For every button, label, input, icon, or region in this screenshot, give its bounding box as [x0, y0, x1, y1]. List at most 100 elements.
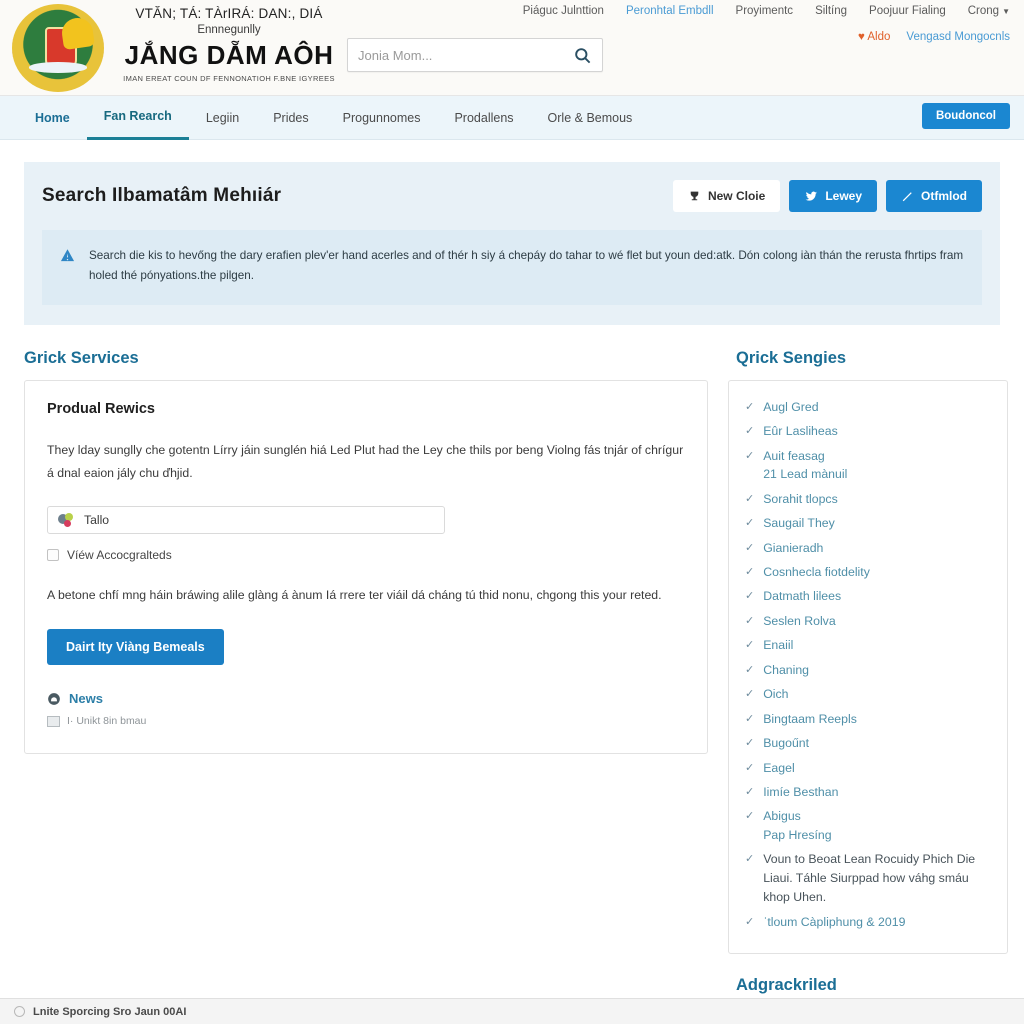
nav-cta-button[interactable]: Boudoncol	[921, 103, 1010, 129]
check-icon: ✓	[745, 614, 755, 627]
utility-link-poojuur[interactable]: Poojuur Fialing	[869, 5, 946, 17]
list-item[interactable]: ✓ Oich	[745, 682, 991, 706]
otfmlod-button[interactable]: Otfmlod	[886, 180, 982, 212]
quick-link-8[interactable]: Seslen Rolva	[763, 612, 835, 630]
thumbnail-icon	[47, 715, 60, 727]
nav-item-legiin[interactable]: Legiin	[189, 96, 256, 140]
list-item[interactable]: ✓ Gianieradh	[745, 536, 991, 560]
info-alert: Search die kis to hevőng the dary erafie…	[42, 230, 982, 305]
produal-rewics-card: Produal Rewics They lday sunglly che got…	[24, 379, 708, 755]
logo-container[interactable]	[0, 0, 110, 92]
nav-item-progunnomes[interactable]: Progunnomes	[326, 96, 438, 140]
utility-row-primary: Piáguc Julnttion Peronhtal Embdll Proyim…	[523, 0, 1010, 22]
lewey-button[interactable]: Lewey	[789, 180, 877, 212]
quick-link-0[interactable]: Augl Gred	[763, 398, 818, 416]
page-action-buttons: New Cloie Lewey Otfmlod	[672, 180, 982, 212]
card-paragraph-1: They lday sunglly che gotentn Lírry jáin…	[47, 442, 684, 480]
check-icon: ✓	[745, 566, 755, 578]
nav-item-home[interactable]: Home	[18, 96, 87, 140]
quick-link-9[interactable]: Enaiil	[763, 636, 793, 654]
quick-link-16[interactable]: Abigus	[763, 809, 801, 823]
footer-text: Lnite Sроrcing Sro Jaun 00AI	[33, 1005, 187, 1018]
sidebar-quick-title: Qrick Sengies	[736, 348, 847, 367]
quick-link-4[interactable]: Saugail They	[763, 514, 835, 532]
quick-link-5[interactable]: Gianieradh	[763, 539, 823, 557]
list-item[interactable]: ✓ Sorahit tlopcs	[745, 487, 991, 511]
list-item[interactable]: ✓ Bingtaam Reepls	[745, 707, 991, 731]
quick-services-card: ✓ Augl Gred ✓ Eûr Lasliheas ✓ Auit feasag 21…	[728, 379, 1008, 954]
page-header-row: Search Ilbamatâm Mehıiár New Cloie Lewey	[42, 180, 982, 212]
warning-icon	[60, 246, 75, 266]
quick-link-2[interactable]: Auit feasag	[763, 449, 825, 463]
chevron-down-icon: ▼	[1002, 7, 1010, 16]
quick-link-1[interactable]: Eûr Lasliheas	[763, 422, 838, 440]
nav-item-prodallens[interactable]: Prodallens	[437, 96, 530, 140]
utility-link-crong[interactable]: Crong ▼	[968, 5, 1010, 17]
quick-link-2-sub[interactable]: 21 Lead mànuil	[763, 465, 847, 483]
sidebar-column: Qrick Sengies ✓ Augl Gred ✓ Eûr Lasliheas …	[728, 341, 1008, 1024]
nav-item-fan-rearch[interactable]: Fan Rearch	[86, 96, 189, 140]
check-icon: ✓	[745, 663, 755, 676]
utility-link-proyimentc[interactable]: Proyimentc	[736, 5, 794, 17]
quick-link-16-sub[interactable]: Pap Hresíng	[763, 826, 831, 844]
site-header: VTĂN; TÁ: TÀrIRÁ: DAN:, DIÁ Ennnegunlly …	[0, 0, 1024, 96]
list-item[interactable]: ✓ ˈtloum Càpliphung & 2019	[745, 910, 991, 934]
list-item[interactable]: ✓ Eûr Lasliheas	[745, 419, 991, 443]
quick-link-10[interactable]: Chaning	[763, 661, 809, 679]
header-search-box[interactable]	[347, 38, 603, 72]
list-item[interactable]: ✓ Enaiil	[745, 633, 991, 657]
utility-link-peronhtal[interactable]: Peronhtal Embdll	[626, 5, 714, 17]
quick-link-13[interactable]: Bugoűnt	[763, 734, 809, 752]
quick-link-7[interactable]: Datmath lilees	[763, 587, 841, 605]
quick-link-3[interactable]: Sorahit tlopcs	[763, 490, 838, 508]
list-item[interactable]: ✓ Abigus Pap Hresíng	[745, 804, 991, 847]
utility-link-silting[interactable]: Siltíng	[815, 5, 847, 17]
list-item[interactable]: ✓ Cosnhecla fiotdelity	[745, 560, 991, 584]
new-cloie-button[interactable]: New Cloie	[672, 180, 781, 212]
list-item[interactable]: ✓ Saugail They	[745, 511, 991, 535]
check-icon: ✓	[745, 712, 755, 725]
dairt-ity-viang-bemeals-button[interactable]: Dairt Ity Viàng Bemeals	[47, 629, 224, 666]
news-link-row[interactable]: News	[47, 691, 685, 706]
circle-icon	[14, 1006, 25, 1017]
page-header-panel: Search Ilbamatâm Mehıiár New Cloie Lewey	[24, 162, 1000, 325]
tallo-input-field[interactable]: Tallo	[47, 506, 445, 535]
news-icon	[47, 692, 61, 706]
nav-item-list: Home Fan Rearch Legiin Prides Progunnome…	[18, 96, 649, 140]
list-item[interactable]: ✓ Seslen Rolva	[745, 609, 991, 633]
utility-link-aldo[interactable]: ♥ Aldo	[858, 31, 890, 43]
list-item[interactable]: ✓ Datmath lilees	[745, 584, 991, 608]
page-title: Search Ilbamatâm Mehıiár	[42, 185, 282, 206]
brand-line-1: VTĂN; TÁ: TÀrIRÁ: DAN:, DIÁ	[135, 6, 323, 21]
utility-link-vengasd[interactable]: Vengasd Mongocnls	[906, 31, 1010, 43]
nav-item-orle-bemous[interactable]: Orle & Bemous	[531, 96, 650, 140]
utility-link-piaguc[interactable]: Piáguc Julnttion	[523, 5, 604, 17]
sidebar-second-title: Adgrackriled	[736, 975, 837, 994]
card-heading: Produal Rewics	[47, 400, 155, 417]
check-icon: ✓	[745, 425, 755, 438]
list-item[interactable]: ✓ Eagel	[745, 756, 991, 780]
search-icon[interactable]	[573, 46, 592, 65]
new-cloie-label: New Cloie	[707, 189, 766, 203]
check-icon: ✓	[745, 590, 755, 603]
news-link[interactable]: News	[69, 691, 103, 706]
quick-link-12[interactable]: Bingtaam Reepls	[763, 710, 857, 728]
list-item[interactable]: ✓ Chaning	[745, 658, 991, 682]
quick-link-6[interactable]: Cosnhecla fiotdelity	[763, 563, 870, 581]
list-item[interactable]: ✓ Bugoűnt	[745, 731, 991, 755]
view-accocgralteds-checkbox[interactable]	[47, 549, 59, 562]
nav-item-prides[interactable]: Prides	[256, 96, 325, 140]
list-item[interactable]: ✓ Auit feasag 21 Lead mànuil	[745, 444, 991, 487]
page-footer: Lnite Sроrcing Sro Jaun 00AI	[0, 998, 1024, 1024]
quick-link-18[interactable]: ˈtloum Càpliphung & 2019	[763, 913, 905, 931]
news-sub-row: I· Unikt 8in bmau	[47, 715, 685, 727]
view-accocgralteds-checkbox-row[interactable]: Víéw Accocgralteds	[47, 548, 685, 562]
search-input[interactable]	[358, 47, 573, 63]
quick-link-14[interactable]: Eagel	[763, 759, 794, 777]
quick-link-15[interactable]: Iimíe Besthan	[763, 783, 838, 801]
quick-link-11[interactable]: Oich	[763, 685, 788, 703]
list-item[interactable]: ✓ Augl Gred	[745, 395, 991, 419]
card-paragraph-2: A betone chfí mng háin bráwing alile glà…	[47, 588, 662, 603]
list-item[interactable]: ✓ Iimíe Besthan	[745, 780, 991, 804]
trophy-icon	[688, 190, 701, 203]
